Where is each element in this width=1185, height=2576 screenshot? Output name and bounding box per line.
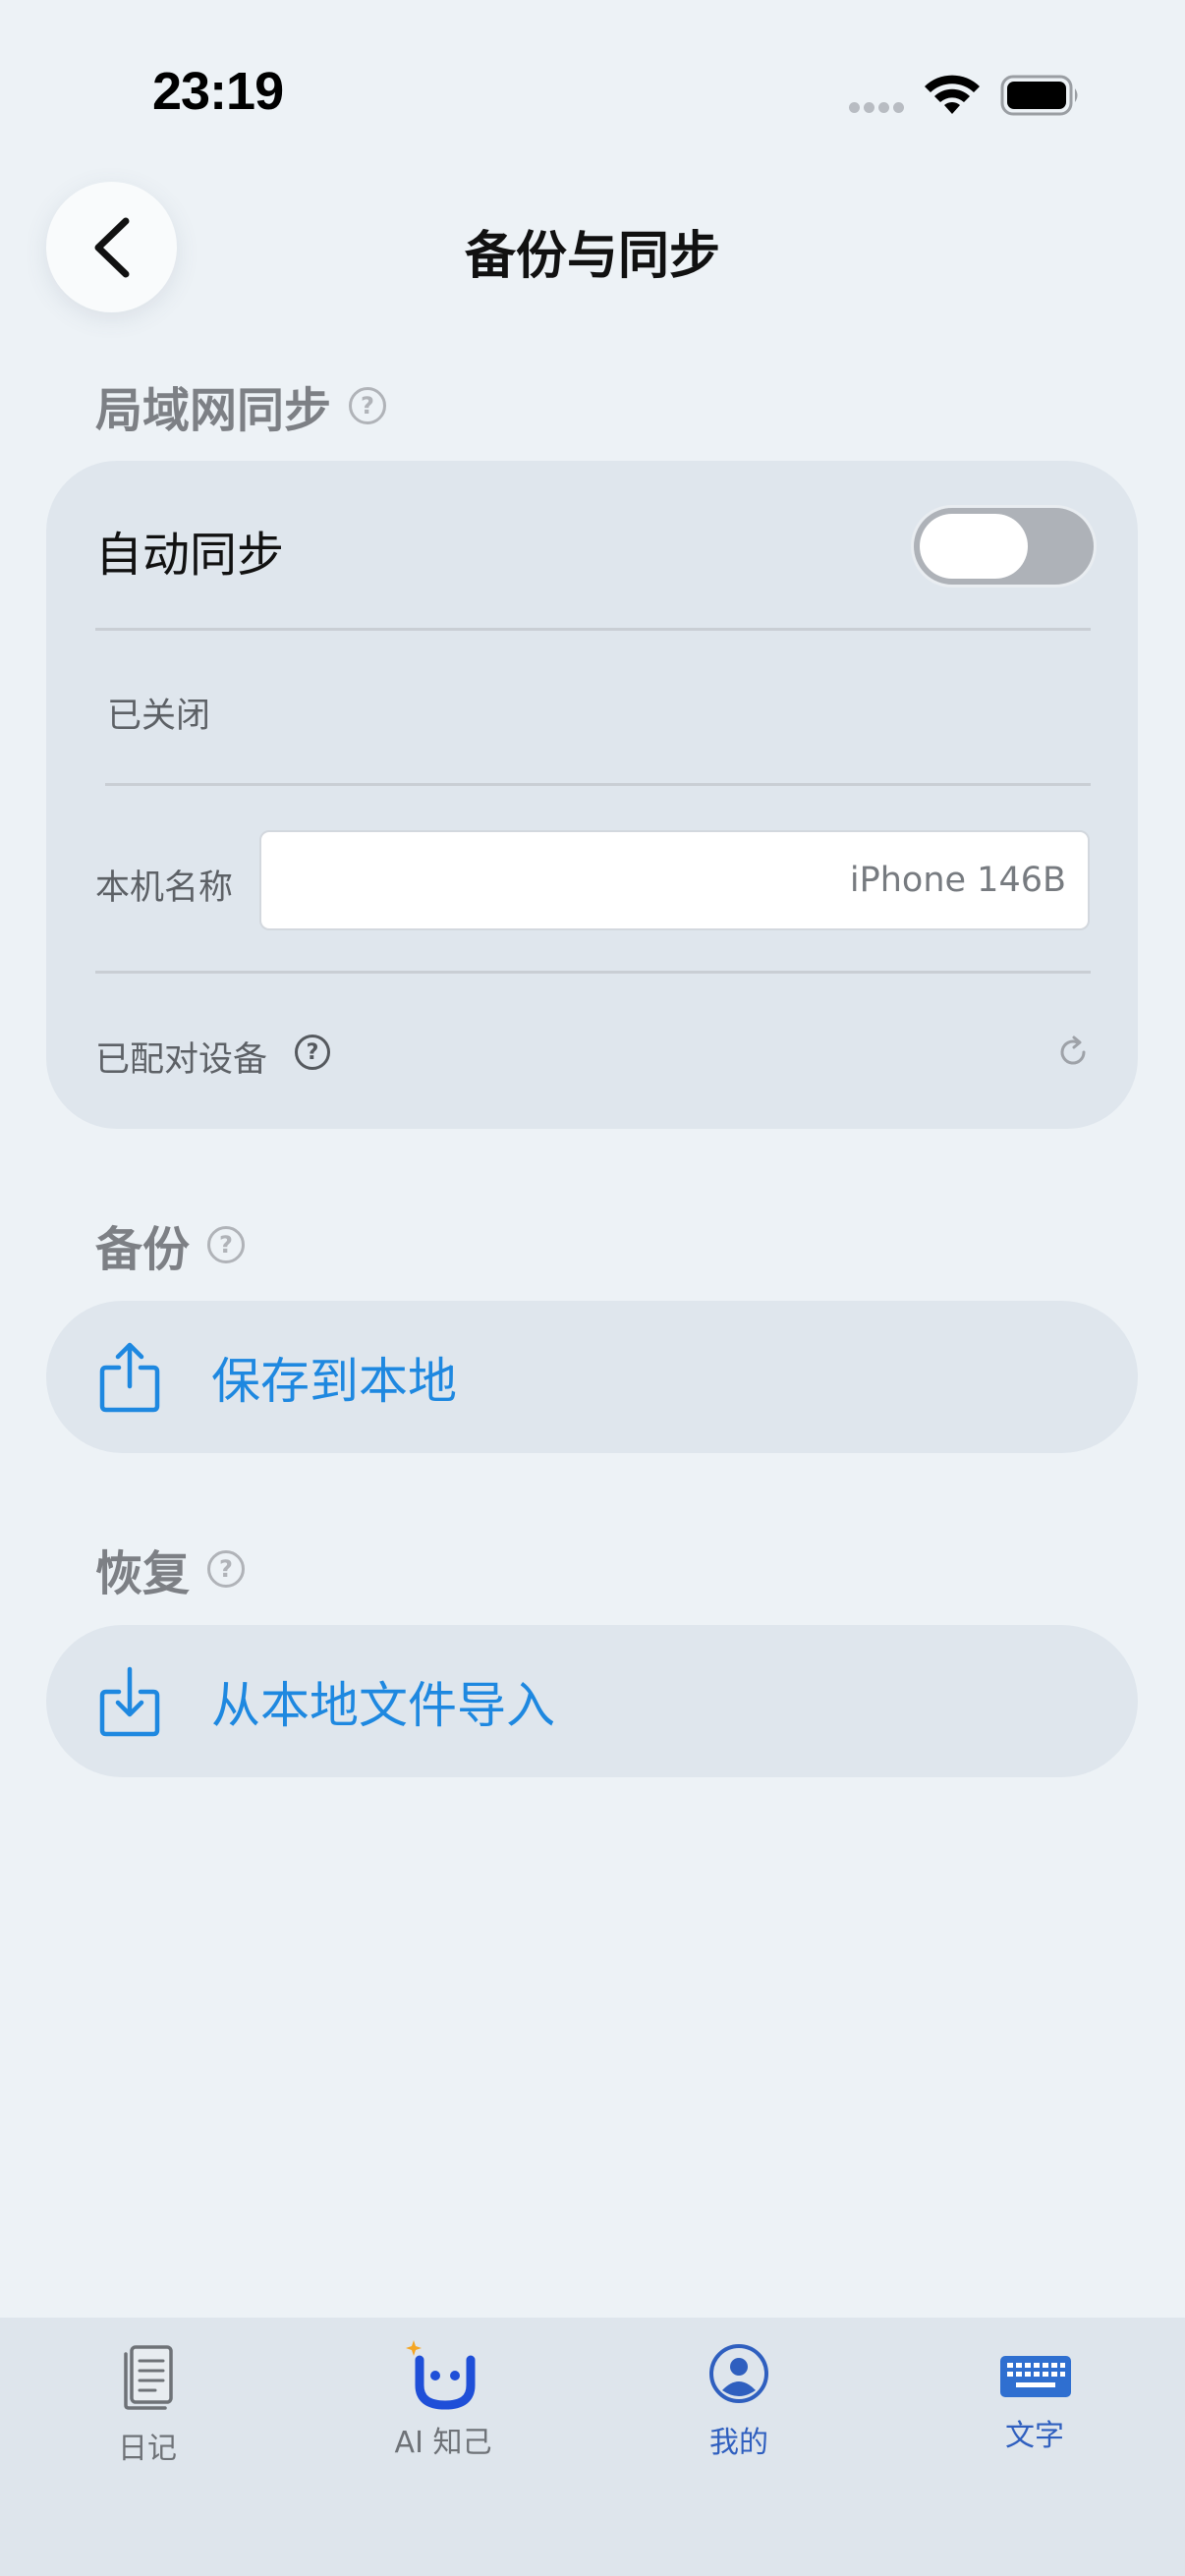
tab-diary[interactable]: 日记 bbox=[0, 2318, 295, 2475]
import-download-icon bbox=[99, 1666, 160, 1736]
lan-sync-section-title: 局域网同步 bbox=[95, 383, 332, 438]
restore-section-header: 恢复 ? bbox=[95, 1535, 246, 1603]
tab-ai-companion[interactable]: AI 知己 bbox=[296, 2318, 591, 2475]
wifi-icon bbox=[925, 75, 980, 114]
restore-help-icon[interactable]: ? bbox=[207, 1550, 246, 1588]
diary-icon bbox=[124, 2345, 173, 2410]
save-to-local-button[interactable]: 保存到本地 bbox=[46, 1301, 1138, 1453]
auto-sync-status: 已关闭 bbox=[107, 697, 211, 736]
tab-text[interactable]: 文字 bbox=[887, 2318, 1182, 2475]
tab-profile[interactable]: 我的 bbox=[592, 2318, 886, 2475]
divider bbox=[105, 783, 1091, 786]
cellular-signal-icon bbox=[849, 102, 906, 116]
tab-ai-companion-label: AI 知己 bbox=[394, 2426, 492, 2460]
refresh-icon[interactable] bbox=[1055, 1035, 1091, 1070]
backup-section-header: 备份 ? bbox=[95, 1210, 246, 1279]
page-title: 备份与同步 bbox=[464, 227, 720, 286]
divider bbox=[95, 971, 1091, 974]
tab-profile-label: 我的 bbox=[709, 2426, 768, 2460]
import-from-local-label: 从本地文件导入 bbox=[211, 1676, 555, 1734]
ai-companion-icon bbox=[406, 2340, 476, 2410]
lan-sync-section-header: 局域网同步 ? bbox=[95, 371, 387, 440]
tab-text-label: 文字 bbox=[1005, 2419, 1064, 2453]
status-time: 23:19 bbox=[152, 62, 284, 121]
paired-devices-label: 已配对设备 bbox=[95, 1040, 268, 1080]
battery-icon bbox=[1000, 75, 1078, 116]
backup-section-title: 备份 bbox=[95, 1222, 191, 1277]
paired-devices-help-icon[interactable]: ? bbox=[295, 1035, 330, 1070]
restore-section-title: 恢复 bbox=[95, 1546, 191, 1601]
toggle-knob bbox=[920, 514, 1028, 579]
auto-sync-label: 自动同步 bbox=[95, 528, 285, 583]
import-from-local-button[interactable]: 从本地文件导入 bbox=[46, 1625, 1138, 1777]
tab-diary-label: 日记 bbox=[118, 2432, 177, 2466]
device-name-input[interactable] bbox=[259, 830, 1090, 930]
device-name-label: 本机名称 bbox=[95, 868, 234, 908]
lan-sync-help-icon[interactable]: ? bbox=[349, 387, 387, 424]
tab-bar: 日记 AI 知己 我的 文字 bbox=[0, 2318, 1185, 2576]
profile-icon bbox=[709, 2344, 768, 2403]
keyboard-icon bbox=[1000, 2356, 1071, 2397]
divider bbox=[95, 628, 1091, 631]
auto-sync-toggle[interactable] bbox=[911, 505, 1097, 588]
share-export-icon bbox=[99, 1342, 160, 1412]
save-to-local-label: 保存到本地 bbox=[211, 1352, 457, 1410]
backup-help-icon[interactable]: ? bbox=[207, 1226, 246, 1263]
